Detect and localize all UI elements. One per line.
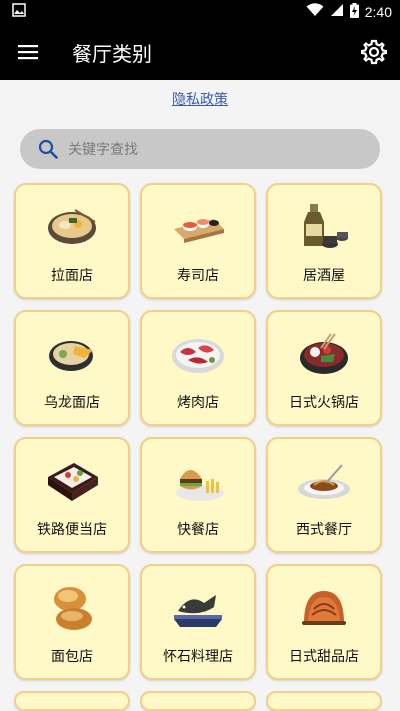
category-label: 烤肉店 [177, 395, 219, 411]
category-label: 西式餐厅 [296, 522, 352, 538]
yakiniku-plate-icon [168, 328, 228, 380]
bento-box-icon [42, 455, 102, 507]
signal-icon [330, 3, 344, 21]
category-label: 铁路便当店 [37, 522, 107, 538]
burger-fries-icon [168, 455, 228, 507]
clock: 2:40 [364, 4, 392, 20]
privacy-policy-link[interactable]: 隐私政策 [0, 89, 400, 109]
japanese-sweet-icon [294, 582, 354, 634]
category-card-udon[interactable]: 乌龙面店 [14, 310, 130, 426]
sushi-platter-icon [168, 201, 228, 253]
category-grid: 拉面店 寿司店 居酒屋 乌龙面店 烤肉店 日式火锅店 铁路便当店 快餐店 西式餐… [14, 183, 386, 711]
page-title: 餐厅类别 [72, 41, 152, 66]
status-bar: 2:40 [0, 0, 400, 24]
settings-button[interactable] [348, 24, 400, 80]
sake-bottle-icon [294, 201, 354, 253]
category-label: 拉面店 [51, 268, 93, 284]
hotpot-icon [294, 328, 354, 380]
category-label: 快餐店 [177, 522, 219, 538]
category-label: 怀石料理店 [163, 649, 233, 665]
category-card-partial[interactable] [14, 691, 130, 711]
category-card-wagashi[interactable]: 日式甜品店 [266, 564, 382, 680]
image-notification-icon [12, 3, 26, 21]
app-bar: 餐厅类别 [0, 24, 400, 80]
category-card-partial[interactable] [140, 691, 256, 711]
gear-icon [361, 39, 387, 65]
pasta-plate-icon [294, 455, 354, 507]
hamburger-menu-icon [18, 45, 38, 60]
category-card-partial[interactable] [266, 691, 382, 711]
search-bar[interactable]: 关键字查找 [20, 129, 380, 169]
category-card-fastfood[interactable]: 快餐店 [140, 437, 256, 553]
category-label: 寿司店 [177, 268, 219, 284]
category-label: 日式火锅店 [289, 395, 359, 411]
category-card-western[interactable]: 西式餐厅 [266, 437, 382, 553]
menu-button[interactable] [0, 24, 56, 80]
kaiseki-dish-icon [168, 582, 228, 634]
category-card-yakiniku[interactable]: 烤肉店 [140, 310, 256, 426]
category-card-hotpot[interactable]: 日式火锅店 [266, 310, 382, 426]
category-card-bakery[interactable]: 面包店 [14, 564, 130, 680]
ramen-bowl-icon [42, 201, 102, 253]
battery-charging-icon [349, 2, 359, 22]
category-label: 日式甜品店 [289, 649, 359, 665]
category-card-izakaya[interactable]: 居酒屋 [266, 183, 382, 299]
category-card-ramen[interactable]: 拉面店 [14, 183, 130, 299]
wifi-icon [306, 3, 324, 21]
category-label: 乌龙面店 [44, 395, 100, 411]
category-card-kaiseki[interactable]: 怀石料理店 [140, 564, 256, 680]
category-card-sushi[interactable]: 寿司店 [140, 183, 256, 299]
category-card-ekiben[interactable]: 铁路便当店 [14, 437, 130, 553]
search-input[interactable]: 关键字查找 [68, 139, 138, 159]
udon-bowl-icon [42, 328, 102, 380]
search-icon [38, 139, 58, 159]
bread-icon [42, 582, 102, 634]
category-label: 居酒屋 [303, 268, 345, 284]
category-label: 面包店 [51, 649, 93, 665]
